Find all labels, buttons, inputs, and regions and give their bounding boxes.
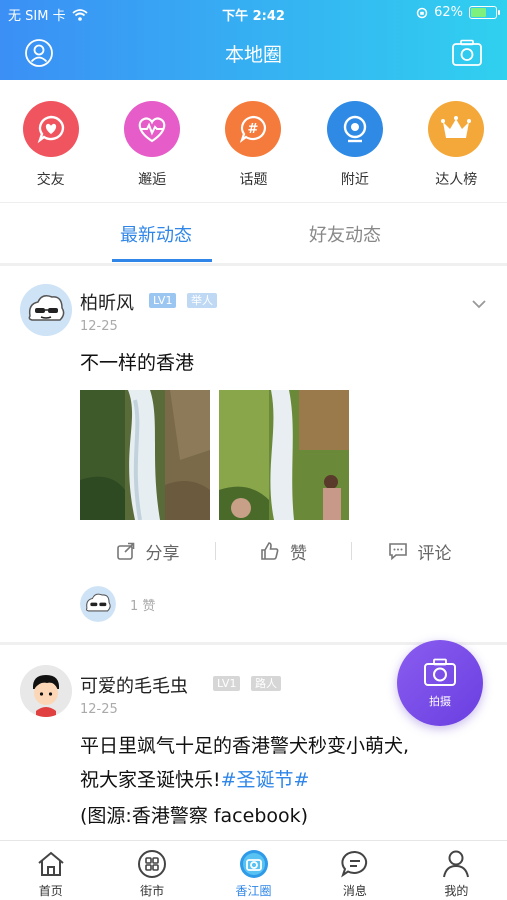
level-badge: LV1 [213, 676, 241, 691]
battery-percent: 62% [434, 5, 463, 20]
share-button[interactable]: 分享 [80, 539, 215, 564]
post-image[interactable] [219, 390, 349, 520]
capture-button[interactable]: 拍摄 [397, 640, 483, 726]
nav-messages[interactable]: 消息 [304, 841, 405, 900]
nav-hk-circle[interactable]: 香江圈 [203, 841, 304, 900]
nav-label: 首页 [38, 884, 63, 898]
battery-icon [469, 6, 500, 19]
likes-row: 1 赞 [80, 586, 155, 622]
post-text: 不一样的香港 [80, 352, 195, 374]
share-icon [116, 542, 134, 560]
category-label: 邂逅 [138, 172, 167, 188]
post-card: 柏昕风 LV1 举人 12-25 不一样的香港 分享 赞 评论 1 赞 [0, 266, 507, 642]
chevron-down-icon[interactable] [471, 296, 487, 312]
nav-label: 我的 [444, 884, 469, 898]
post-image[interactable] [80, 390, 210, 520]
bottom-nav: 首页 街市 香江圈 消息 我的 [0, 840, 507, 900]
category-nearby[interactable]: 附近 [304, 80, 405, 202]
post-text-line: 祝大家圣诞快乐!#圣诞节# [80, 763, 309, 797]
tab-latest[interactable]: 最新动态 [120, 221, 192, 247]
nav-label: 香江圈 [235, 884, 272, 898]
post-date: 12-25 [80, 702, 118, 717]
author-name[interactable]: 柏昕风 [80, 289, 134, 315]
category-encounter[interactable]: 邂逅 [101, 80, 202, 202]
category-label: 达人榜 [435, 172, 478, 188]
author-name[interactable]: 可爱的毛毛虫 [80, 672, 188, 698]
share-label: 分享 [145, 543, 180, 564]
comment-button[interactable]: 评论 [352, 539, 487, 564]
navbar: 本地圈 [0, 26, 507, 80]
svg-text:#: # [248, 122, 259, 137]
nav-market[interactable]: 街市 [101, 841, 202, 900]
home-icon [38, 851, 64, 876]
camera-icon [424, 658, 456, 686]
page-title: 本地圈 [224, 44, 282, 66]
circle-camera-icon [239, 850, 268, 878]
nav-label: 街市 [140, 884, 165, 898]
post-text-segment: 祝大家圣诞快乐! [80, 769, 221, 791]
category-label: 话题 [239, 172, 268, 188]
header: 无 SIM 卡 下午 2:42 62% 本地圈 [0, 0, 507, 80]
crown-icon [428, 101, 485, 157]
comment-icon [388, 543, 407, 561]
webcam-icon [326, 101, 383, 157]
grid-icon [138, 850, 167, 878]
like-button[interactable]: 赞 [216, 539, 351, 564]
hashtag-icon: # [225, 101, 282, 157]
post-actions: 分享 赞 评论 [80, 536, 487, 566]
orientation-lock-icon [416, 7, 428, 18]
nav-me[interactable]: 我的 [406, 841, 507, 900]
heartbeat-icon [124, 101, 181, 157]
level-badge: LV1 [149, 293, 177, 308]
liker-avatar[interactable] [80, 586, 116, 622]
heart-chat-icon [22, 101, 79, 157]
nav-label: 消息 [342, 884, 367, 898]
capture-label: 拍摄 [429, 695, 451, 708]
comment-label: 评论 [417, 543, 452, 564]
feed-tabs: 最新动态 好友动态 [0, 203, 507, 263]
thumbs-up-icon [261, 542, 279, 560]
category-label: 附近 [340, 172, 369, 188]
category-bar: 交友 邂逅 # 话题 附近 达人榜 [0, 80, 507, 202]
tab-friends[interactable]: 好友动态 [309, 221, 381, 247]
post-text-line: 平日里飒气十足的香港警犬秒变小萌犬, [80, 735, 410, 757]
tab-underline [112, 259, 212, 262]
category-label: 交友 [36, 172, 65, 188]
post-text-line: (图源:香港警察 facebook) [80, 805, 309, 827]
camera-icon[interactable] [451, 38, 483, 68]
nav-home[interactable]: 首页 [0, 841, 101, 900]
rank-badge: 举人 [187, 293, 217, 308]
chat-icon [341, 850, 368, 878]
avatar[interactable] [20, 665, 72, 717]
battery-fill [471, 8, 486, 17]
hashtag-link[interactable]: #圣诞节# [221, 769, 310, 791]
status-right: 62% [416, 5, 500, 20]
rank-badge: 路人 [251, 676, 281, 691]
status-bar: 无 SIM 卡 下午 2:42 62% [0, 0, 507, 26]
category-ranking[interactable]: 达人榜 [406, 80, 507, 202]
category-dating[interactable]: 交友 [0, 80, 101, 202]
local-circle-screen: 无 SIM 卡 下午 2:42 62% 本地圈 交友 邂逅 # 话题 附近 达人… [0, 0, 507, 900]
avatar[interactable] [20, 284, 72, 336]
person-icon [443, 850, 470, 878]
category-topics[interactable]: # 话题 [203, 80, 304, 202]
likes-count: 1 赞 [130, 598, 156, 614]
post-date: 12-25 [80, 319, 118, 334]
like-label: 赞 [290, 543, 307, 564]
